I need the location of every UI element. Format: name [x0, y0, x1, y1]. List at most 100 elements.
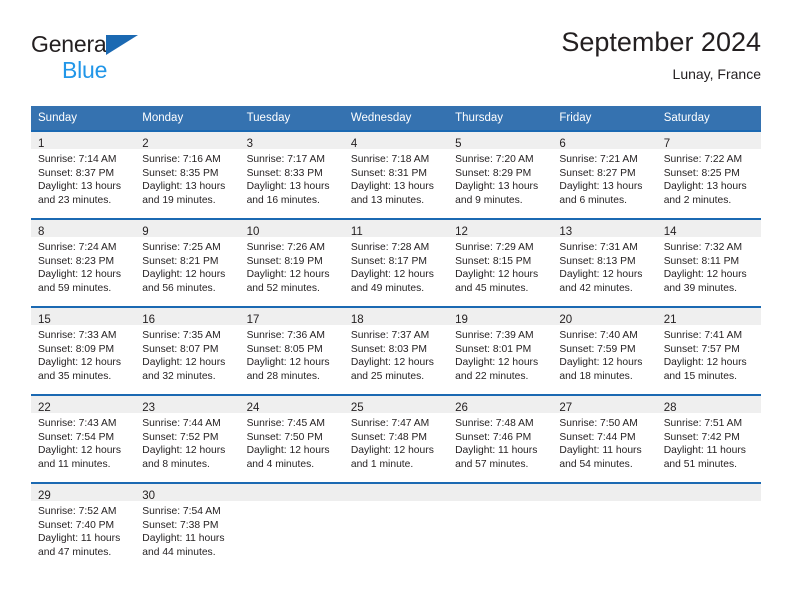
sunset-text: Sunset: 8:05 PM — [246, 343, 323, 355]
sunset-text: Sunset: 8:15 PM — [455, 255, 532, 267]
calendar-header-row: Sunday Monday Tuesday Wednesday Thursday… — [31, 106, 761, 131]
sunrise-text: Sunrise: 7:44 AM — [142, 418, 221, 429]
day-number: 11 — [350, 226, 363, 238]
sunrise-text: Sunrise: 7:39 AM — [455, 330, 534, 341]
daylight-text-line1: Daylight: 12 hours — [663, 269, 747, 281]
day-cell[interactable]: 20 Sunrise: 7:40 AM Sunset: 7:59 PM Dayligh… — [552, 306, 657, 395]
week-row: 8 Sunrise: 7:24 AM Sunset: 8:23 PM Daylight… — [31, 218, 761, 307]
triangle-icon — [106, 35, 138, 55]
week-row: 22 Sunrise: 7:43 AM Sunset: 7:54 PM Dayligh… — [31, 394, 761, 483]
daylight-text-line2: and 51 minutes. — [663, 458, 737, 470]
day-number: 10 — [246, 226, 260, 238]
day-cell[interactable]: 22 Sunrise: 7:43 AM Sunset: 7:54 PM Dayligh… — [31, 394, 136, 483]
day-cell[interactable]: 10 Sunrise: 7:26 AM Sunset: 8:19 PM Dayligh… — [239, 218, 344, 307]
daylight-text-line1: Daylight: 12 hours — [142, 357, 226, 369]
daylight-text-line1: Daylight: 12 hours — [559, 269, 643, 281]
day-cell[interactable]: 9 Sunrise: 7:25 AM Sunset: 8:21 PM Daylight… — [135, 218, 240, 307]
day-number: 13 — [559, 226, 573, 238]
day-number: 15 — [38, 314, 51, 326]
day-cell[interactable]: 14 Sunrise: 7:32 AM Sunset: 8:11 PM Dayligh… — [656, 218, 761, 307]
sunset-text: Sunset: 7:57 PM — [663, 343, 740, 355]
day-cell[interactable]: 5 Sunrise: 7:20 AM Sunset: 8:29 PM Daylight… — [448, 130, 553, 219]
sunrise-text: Sunrise: 7:16 AM — [142, 154, 221, 165]
daylight-text-line2: and 13 minutes. — [350, 194, 425, 206]
day-cell[interactable]: 15 Sunrise: 7:33 AM Sunset: 8:09 PM Dayligh… — [31, 306, 136, 395]
day-cell[interactable]: 30 Sunrise: 7:54 AM Sunset: 7:38 PM Dayligh… — [135, 482, 240, 570]
sunset-text: Sunset: 7:38 PM — [142, 519, 219, 531]
day-cell[interactable]: 16 Sunrise: 7:35 AM Sunset: 8:07 PM Dayligh… — [135, 306, 240, 395]
sunrise-text: Sunrise: 7:45 AM — [246, 418, 325, 429]
daylight-text-line1: Daylight: 12 hours — [38, 269, 121, 281]
sunset-text: Sunset: 7:50 PM — [246, 431, 323, 443]
weekday-header-friday: Friday — [552, 106, 657, 131]
daylight-text-line2: and 42 minutes. — [559, 282, 633, 294]
day-cell[interactable]: 13 Sunrise: 7:31 AM Sunset: 8:13 PM Dayligh… — [552, 218, 657, 307]
sunrise-text: Sunrise: 7:51 AM — [663, 418, 743, 429]
sunset-text: Sunset: 8:11 PM — [663, 255, 740, 267]
daylight-text-line2: and 4 minutes. — [246, 458, 315, 470]
day-cell[interactable]: 12 Sunrise: 7:29 AM Sunset: 8:15 PM Dayligh… — [448, 218, 553, 307]
day-cell[interactable]: 2 Sunrise: 7:16 AM Sunset: 8:35 PM Daylight… — [135, 130, 240, 219]
day-number: 23 — [142, 402, 156, 414]
daylight-text-line1: Daylight: 12 hours — [350, 269, 434, 281]
sunrise-text: Sunrise: 7:52 AM — [38, 506, 117, 517]
daylight-text-line1: Daylight: 12 hours — [455, 357, 539, 369]
day-number: 18 — [350, 314, 364, 326]
day-cell[interactable]: 27 Sunrise: 7:50 AM Sunset: 7:44 PM Dayligh… — [552, 394, 657, 483]
sunrise-text: Sunrise: 7:31 AM — [559, 242, 638, 253]
sunrise-text: Sunrise: 7:36 AM — [246, 330, 325, 341]
day-cell[interactable]: 17 Sunrise: 7:36 AM Sunset: 8:05 PM Dayligh… — [239, 306, 344, 395]
daylight-text-line2: and 15 minutes. — [663, 370, 737, 382]
day-number: 16 — [142, 314, 156, 326]
daylight-text-line2: and 56 minutes. — [142, 282, 216, 294]
sunset-text: Sunset: 8:29 PM — [455, 167, 532, 179]
day-cell[interactable]: 7 Sunrise: 7:22 AM Sunset: 8:25 PM Daylight… — [656, 130, 761, 219]
day-cell-empty — [343, 482, 449, 570]
day-cell[interactable]: 4 Sunrise: 7:18 AM Sunset: 8:31 PM Daylight… — [343, 130, 449, 219]
day-cell[interactable]: 28 Sunrise: 7:51 AM Sunset: 7:42 PM Dayligh… — [656, 394, 761, 483]
day-cell[interactable]: 21 Sunrise: 7:41 AM Sunset: 7:57 PM Dayligh… — [656, 306, 761, 395]
day-cell[interactable]: 24 Sunrise: 7:45 AM Sunset: 7:50 PM Dayligh… — [239, 394, 344, 483]
day-cell[interactable]: 8 Sunrise: 7:24 AM Sunset: 8:23 PM Daylight… — [31, 218, 136, 307]
page-header: General Blue September 2024 Lunay, Franc… — [31, 26, 761, 96]
day-cell[interactable]: 29 Sunrise: 7:52 AM Sunset: 7:40 PM Dayligh… — [31, 482, 136, 570]
weekday-header-tuesday: Tuesday — [239, 106, 344, 131]
sunset-text: Sunset: 7:44 PM — [559, 431, 636, 443]
day-cell-empty — [239, 482, 344, 570]
day-number: 6 — [559, 138, 566, 150]
day-cell[interactable]: 6 Sunrise: 7:21 AM Sunset: 8:27 PM Daylight… — [552, 130, 657, 219]
daylight-text-line2: and 2 minutes. — [663, 194, 732, 206]
daylight-text-line2: and 35 minutes. — [38, 370, 112, 382]
daylight-text-line2: and 22 minutes. — [455, 370, 529, 382]
daylight-text-line1: Daylight: 11 hours — [663, 445, 746, 457]
page-title: September 2024 — [561, 27, 761, 57]
weekday-header-saturday: Saturday — [656, 106, 761, 131]
day-number: 26 — [455, 402, 468, 414]
day-cell[interactable]: 23 Sunrise: 7:44 AM Sunset: 7:52 PM Dayligh… — [135, 394, 240, 483]
daylight-text-line1: Daylight: 11 hours — [142, 533, 225, 545]
daylight-text-line1: Daylight: 12 hours — [38, 357, 121, 369]
sunset-text: Sunset: 8:33 PM — [246, 167, 323, 179]
day-number: 5 — [455, 138, 462, 150]
daylight-text-line2: and 19 minutes. — [142, 194, 216, 206]
daylight-text-line2: and 1 minute. — [350, 458, 414, 470]
day-cell[interactable]: 19 Sunrise: 7:39 AM Sunset: 8:01 PM Dayligh… — [448, 306, 553, 395]
day-cell[interactable]: 26 Sunrise: 7:48 AM Sunset: 7:46 PM Dayligh… — [448, 394, 553, 483]
day-cell[interactable]: 18 Sunrise: 7:37 AM Sunset: 8:03 PM Dayligh… — [343, 306, 449, 395]
day-number: 20 — [559, 314, 573, 326]
sunset-text: Sunset: 7:42 PM — [663, 431, 740, 443]
daylight-text-line2: and 28 minutes. — [246, 370, 320, 382]
day-cell[interactable]: 25 Sunrise: 7:47 AM Sunset: 7:48 PM Dayligh… — [343, 394, 449, 483]
day-cell[interactable]: 3 Sunrise: 7:17 AM Sunset: 8:33 PM Daylight… — [239, 130, 344, 219]
day-cell[interactable]: 1 Sunrise: 7:14 AM Sunset: 8:37 PM Daylight… — [31, 130, 136, 219]
sunrise-text: Sunrise: 7:54 AM — [142, 506, 221, 517]
brand-logo[interactable]: General Blue — [31, 32, 231, 88]
day-cell[interactable]: 11 Sunrise: 7:28 AM Sunset: 8:17 PM Dayligh… — [343, 218, 449, 307]
daylight-text-line2: and 52 minutes. — [246, 282, 320, 294]
day-cell-empty — [448, 482, 553, 570]
location-subtitle: Lunay, France — [672, 66, 761, 82]
sunrise-text: Sunrise: 7:32 AM — [663, 242, 743, 253]
daylight-text-line1: Daylight: 12 hours — [350, 357, 434, 369]
daylight-text-line1: Daylight: 13 hours — [350, 181, 434, 193]
daylight-text-line1: Daylight: 12 hours — [559, 357, 643, 369]
